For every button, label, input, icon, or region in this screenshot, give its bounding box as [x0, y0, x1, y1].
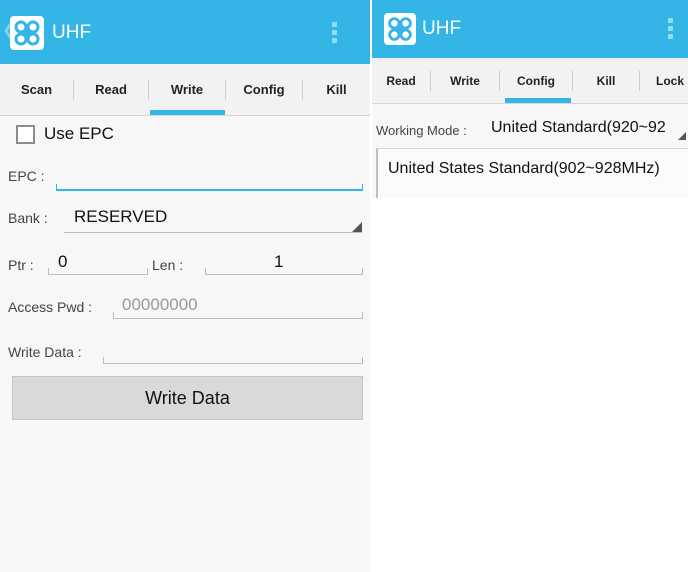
dropdown-option[interactable]: United States Standard(902~928MHz) — [388, 160, 660, 178]
app-logo-icon[interactable] — [10, 16, 44, 50]
len-label: Len : — [152, 257, 184, 273]
tab-write[interactable]: Write — [431, 58, 499, 103]
epc-input[interactable] — [56, 184, 363, 191]
tab-write[interactable]: Write — [149, 64, 225, 115]
tab-kill[interactable]: Kill — [303, 64, 370, 115]
tab-config[interactable]: Config — [500, 58, 572, 103]
use-epc-label[interactable]: Use EPC — [44, 124, 114, 144]
action-bar: ❮ UHF — [0, 0, 370, 64]
write-data-button[interactable]: Write Data — [12, 376, 363, 420]
action-bar: UHF — [372, 0, 688, 58]
write-data-label: Write Data : — [8, 344, 82, 360]
tab-bar: Scan Read Write Config Kill — [0, 64, 370, 116]
write-screen: ❮ UHF Scan Read Write Config Kill Use EP… — [0, 0, 370, 572]
selected-tab-indicator — [150, 110, 225, 115]
selected-tab-indicator — [505, 98, 571, 103]
access-pwd-label: Access Pwd : — [8, 299, 93, 315]
bank-select-underline — [64, 232, 362, 233]
dropdown-popup: United States Standard(902~928MHz) — [376, 148, 688, 198]
tab-scan[interactable]: Scan — [0, 64, 73, 115]
tab-read[interactable]: Read — [74, 64, 148, 115]
len-input[interactable] — [205, 268, 363, 275]
dropdown-arrow-icon[interactable] — [678, 132, 686, 140]
app-title: UHF — [422, 18, 462, 39]
tab-lock[interactable]: Lock — [640, 58, 688, 103]
ptr-input[interactable] — [48, 268, 148, 275]
tab-config[interactable]: Config — [226, 64, 302, 115]
bank-label: Bank : — [8, 210, 48, 226]
epc-label: EPC : — [8, 168, 45, 184]
use-epc-checkbox[interactable] — [16, 125, 35, 144]
tab-kill[interactable]: Kill — [573, 58, 639, 103]
access-pwd-input[interactable] — [113, 312, 363, 319]
write-data-input[interactable] — [103, 357, 363, 364]
working-mode-label: Working Mode : — [376, 123, 467, 138]
bank-select[interactable]: RESERVED — [74, 207, 167, 227]
overflow-menu-icon[interactable] — [332, 22, 340, 48]
dropdown-arrow-icon[interactable] — [352, 222, 362, 232]
ptr-label: Ptr : — [8, 257, 34, 273]
tab-read[interactable]: Read — [372, 58, 430, 103]
overflow-menu-icon[interactable] — [668, 18, 676, 44]
working-mode-select[interactable]: United Standard(920~92 — [491, 119, 666, 137]
app-title: UHF — [52, 22, 92, 43]
app-logo-icon[interactable] — [384, 13, 416, 45]
tab-bar: Read Write Config Kill Lock — [372, 58, 688, 104]
